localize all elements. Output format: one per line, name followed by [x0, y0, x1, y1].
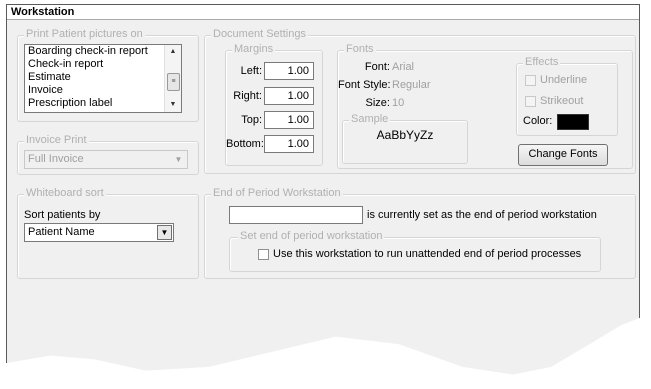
color-label: Color: [523, 115, 553, 127]
list-item[interactable]: Boarding check-in report [25, 45, 181, 58]
invoice-print-value: Full Invoice [28, 153, 84, 165]
underline-checkbox[interactable] [525, 75, 536, 86]
whiteboard-sort-group: Whiteboard sort Sort patients by Patient… [17, 187, 199, 279]
color-swatch [557, 114, 589, 130]
list-item[interactable]: Prescription label [25, 97, 181, 110]
change-fonts-button[interactable]: Change Fonts [518, 144, 608, 166]
scroll-thumb[interactable]: ≡ [167, 73, 180, 91]
font-style-value: Regular [392, 79, 431, 91]
print-pictures-group: Print Patient pictures on Boarding check… [17, 28, 199, 122]
font-label: Font: [364, 61, 390, 73]
left-margin-label: Left: [240, 65, 262, 77]
whiteboard-sort-legend: Whiteboard sort [24, 187, 106, 199]
margins-legend: Margins [232, 43, 276, 55]
font-size-label: Size: [365, 97, 390, 109]
unattended-processes-label: Use this workstation to run unattended e… [273, 248, 582, 260]
left-margin-input[interactable]: 1.00 [264, 62, 314, 80]
scroll-down-icon[interactable]: ▼ [165, 98, 181, 112]
chevron-down-icon[interactable]: ▼ [157, 225, 172, 240]
strikeout-checkbox[interactable] [525, 96, 536, 107]
margins-group: Margins Left: 1.00 Right: 1.00 Top: 1.00… [225, 43, 323, 166]
print-pictures-legend: Print Patient pictures on [24, 28, 145, 40]
right-margin-label: Right: [233, 90, 262, 102]
sample-group: Sample AaBbYyZz [342, 113, 468, 164]
set-end-of-period-group: Set end of period workstation Use this w… [229, 230, 601, 272]
end-of-period-note: is currently set as the end of period wo… [367, 209, 597, 221]
top-margin-input[interactable]: 1.00 [264, 111, 314, 129]
bottom-margin-input[interactable]: 1.00 [264, 135, 314, 153]
scroll-up-icon[interactable]: ▲ [165, 45, 181, 59]
end-of-period-legend: End of Period Workstation [211, 187, 343, 199]
invoice-print-group: Invoice Print Full Invoice ▼ [17, 134, 199, 175]
unattended-processes-checkbox[interactable] [258, 249, 269, 260]
chevron-down-icon: ▼ [174, 155, 183, 164]
right-margin-input[interactable]: 1.00 [264, 87, 314, 105]
list-item[interactable]: Estimate [25, 71, 181, 84]
sample-legend: Sample [349, 113, 391, 125]
invoice-print-legend: Invoice Print [24, 134, 89, 146]
fonts-legend: Fonts [344, 43, 376, 55]
print-pictures-listbox[interactable]: Boarding check-in report Check-in report… [24, 44, 182, 113]
set-end-of-period-legend: Set end of period workstation [238, 230, 385, 242]
document-settings-legend: Document Settings [211, 28, 308, 40]
end-of-period-group: End of Period Workstation is currently s… [204, 187, 636, 279]
effects-legend: Effects [523, 56, 561, 68]
workstation-dialog: Workstation Print Patient pictures on Bo… [6, 4, 640, 375]
list-scrollbar[interactable]: ▲ ≡ ▼ [164, 45, 181, 112]
bottom-margin-label: Bottom: [226, 138, 264, 150]
fonts-group: Fonts Font: Arial Font Style: Regular Si… [337, 43, 633, 169]
sample-text: AaBbYyZz [376, 128, 434, 142]
font-value: Arial [392, 61, 415, 73]
sort-patients-value: Patient Name [28, 226, 95, 238]
font-style-label: Font Style: [338, 79, 391, 91]
strikeout-label: Strikeout [540, 95, 584, 107]
end-of-period-workstation-input[interactable] [229, 206, 363, 224]
invoice-print-select[interactable]: Full Invoice ▼ [24, 150, 188, 169]
effects-group: Effects Underline Strikeout Color: [516, 56, 618, 136]
list-item[interactable]: Invoice [25, 84, 181, 97]
sort-patients-select[interactable]: Patient Name ▼ [24, 223, 174, 242]
list-item[interactable]: Check-in report [25, 58, 181, 71]
window-title: Workstation [7, 5, 639, 20]
font-size-value: 10 [392, 97, 405, 109]
sort-patients-label: Sort patients by [24, 209, 101, 221]
underline-label: Underline [540, 74, 588, 86]
document-settings-group: Document Settings Margins Left: 1.00 Rig… [204, 28, 636, 174]
top-margin-label: Top: [241, 114, 262, 126]
